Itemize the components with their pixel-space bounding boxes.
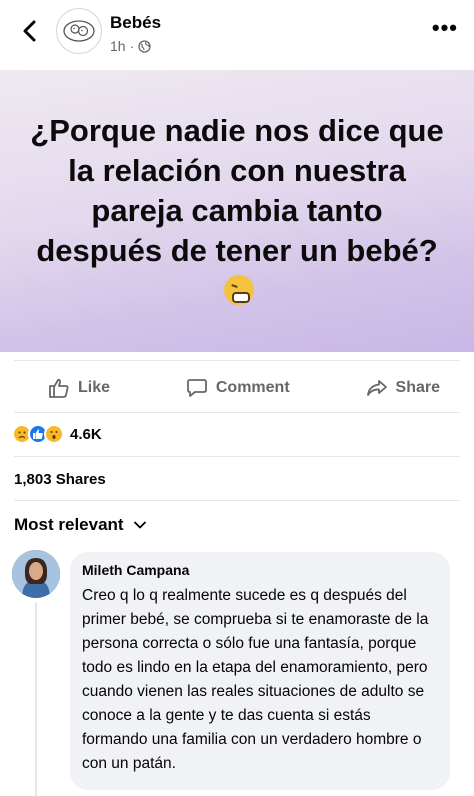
more-options-icon[interactable]: ••• bbox=[432, 17, 458, 39]
post-text: ¿Porque nadie nos dice que la relación c… bbox=[30, 113, 444, 268]
reactions-summary[interactable]: 4.6K bbox=[12, 422, 102, 446]
sort-label: Most relevant bbox=[14, 515, 124, 534]
post-meta: 1h · bbox=[110, 38, 151, 54]
page-name[interactable]: Bebés bbox=[110, 13, 161, 33]
post-image[interactable]: ¿Porque nadie nos dice que la relación c… bbox=[0, 70, 474, 352]
share-count[interactable]: 1,803 Shares bbox=[14, 471, 106, 488]
share-label: Share bbox=[395, 379, 440, 396]
comment-label: Comment bbox=[215, 379, 290, 396]
divider bbox=[14, 500, 460, 501]
post-image-text: ¿Porque nadie nos dice que la relación c… bbox=[30, 111, 444, 311]
comment-text: Creo q lo q realmente sucede es q despué… bbox=[82, 587, 429, 772]
thumbs-up-icon bbox=[49, 378, 69, 398]
comment-sort-dropdown[interactable]: Most relevant bbox=[14, 515, 146, 535]
comment-bubble-icon bbox=[186, 379, 207, 397]
meta-separator: · bbox=[129, 38, 135, 54]
wow-reaction-icon bbox=[44, 424, 64, 444]
tired-face-emoji-icon bbox=[224, 275, 254, 305]
divider bbox=[14, 456, 460, 457]
post-time[interactable]: 1h bbox=[110, 38, 126, 54]
divider bbox=[14, 360, 460, 361]
comment-button[interactable]: Comment bbox=[186, 377, 290, 399]
globe-icon bbox=[138, 39, 151, 53]
like-button[interactable]: Like bbox=[48, 377, 110, 399]
comment-thread-line bbox=[35, 602, 37, 796]
baby-logo-icon bbox=[63, 20, 95, 42]
back-icon[interactable] bbox=[14, 16, 44, 46]
reaction-count: 4.6K bbox=[70, 425, 102, 443]
post-header: Bebés 1h · ••• bbox=[0, 0, 474, 66]
divider bbox=[14, 412, 460, 413]
post-action-bar: Like Comment Share bbox=[0, 368, 474, 408]
page-avatar[interactable] bbox=[56, 8, 102, 54]
commenter-avatar[interactable] bbox=[12, 550, 60, 598]
share-arrow-icon bbox=[366, 380, 387, 396]
comment-bubble[interactable]: Mileth Campana Creo q lo q realmente suc… bbox=[70, 552, 450, 790]
chevron-down-icon bbox=[133, 521, 146, 529]
share-button[interactable]: Share bbox=[366, 377, 440, 399]
commenter-name[interactable]: Mileth Campana bbox=[82, 562, 438, 578]
like-label: Like bbox=[78, 379, 111, 396]
